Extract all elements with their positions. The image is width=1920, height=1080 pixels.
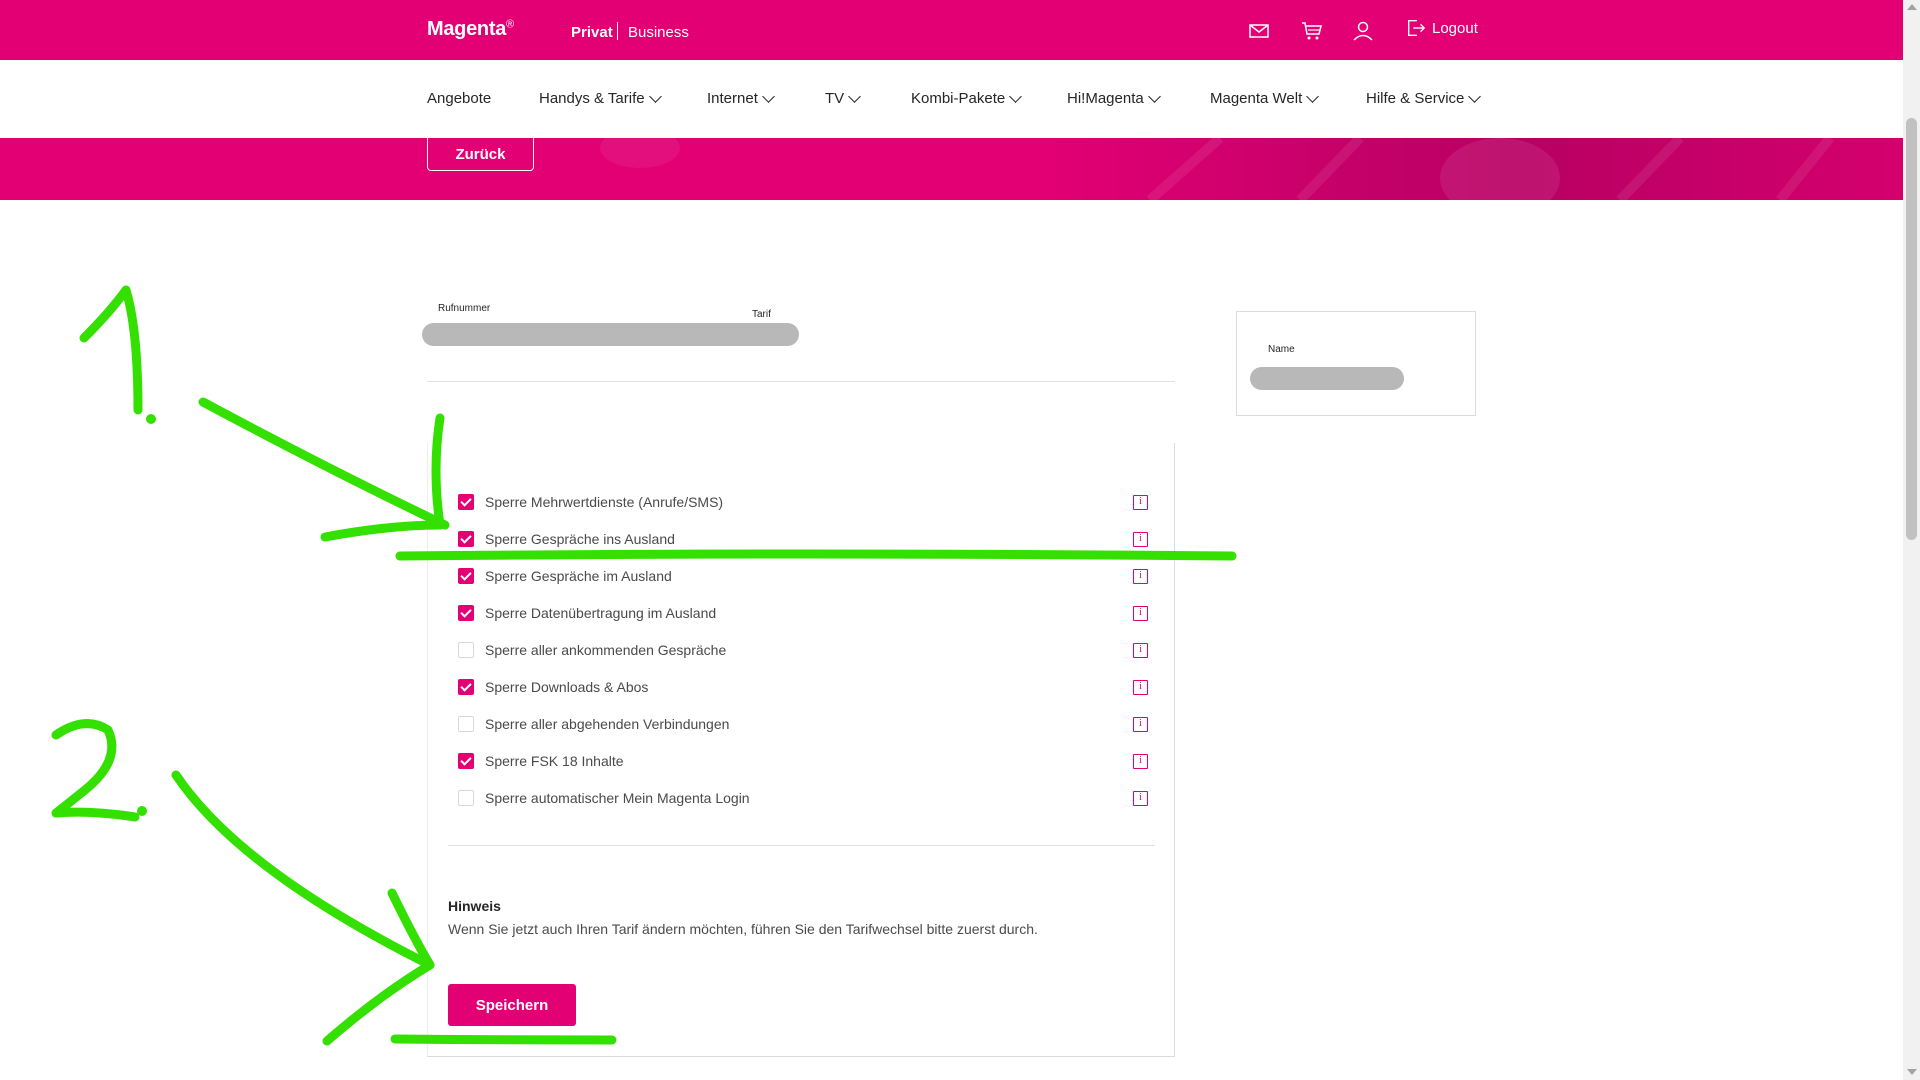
logout-icon (1408, 20, 1426, 36)
brand-logo[interactable]: Magenta® (427, 18, 514, 41)
option-label: Sperre Gespräche ins Ausland (485, 531, 675, 547)
info-icon[interactable]: i (1133, 494, 1148, 510)
info-icon[interactable]: i (1133, 753, 1148, 769)
logout-label: Logout (1432, 19, 1478, 37)
option-row[interactable]: Sperre aller ankommenden Gespräche i (458, 638, 1148, 662)
logout-button[interactable]: Logout (1406, 18, 1478, 38)
chevron-down-icon (1009, 89, 1023, 103)
segment-business-link[interactable]: Business (628, 24, 689, 41)
nav-item-angebote[interactable]: Angebote (427, 90, 491, 107)
info-icon[interactable]: i (1133, 790, 1148, 806)
name-value-redacted (1250, 367, 1404, 390)
annotation-dot-one (146, 414, 156, 424)
nav-item-kombi-pakete[interactable]: Kombi-Pakete (911, 89, 1023, 107)
option-label: Sperre automatischer Mein Magenta Login (485, 790, 750, 806)
chevron-down-icon (1306, 89, 1320, 103)
save-button[interactable]: Speichern (448, 984, 576, 1026)
option-label: Sperre Datenübertragung im Ausland (485, 605, 717, 621)
option-row[interactable]: Sperre Gespräche im Ausland i (458, 564, 1148, 588)
option-row[interactable]: Sperre Downloads & Abos i (458, 675, 1148, 699)
info-icon[interactable]: i (1133, 531, 1148, 547)
nav-item-tv[interactable]: TV (825, 89, 862, 107)
chevron-down-icon (762, 89, 775, 103)
hero-background-pattern (600, 138, 1834, 200)
option-row[interactable]: Sperre FSK 18 Inhalte i (458, 749, 1148, 773)
main-navigation: Angebote Handys & Tarife Internet TV Kom… (0, 60, 1903, 138)
option-row[interactable]: Sperre Mehrwertdienste (Anrufe/SMS) i (458, 490, 1148, 514)
nav-item-handys-tarife[interactable]: Handys & Tarife (539, 89, 662, 107)
section-divider (427, 381, 1175, 382)
checkbox-checked[interactable] (458, 753, 474, 769)
chevron-down-icon (848, 89, 862, 103)
back-button[interactable]: Zurück (427, 138, 534, 171)
name-card: Name (1236, 311, 1476, 416)
annotation-number-one (79, 285, 143, 415)
checkbox-unchecked[interactable] (458, 716, 474, 732)
hero-banner: Zurück (0, 138, 1903, 200)
annotation-number-two (51, 719, 140, 822)
hint-title: Hinweis (448, 898, 501, 914)
option-label: Sperre Mehrwertdienste (Anrufe/SMS) (485, 494, 724, 510)
chevron-down-icon (1147, 89, 1161, 103)
info-icon[interactable]: i (1133, 642, 1148, 658)
option-label: Sperre aller abgehenden Verbindungen (485, 716, 730, 732)
checkbox-unchecked[interactable] (458, 642, 474, 658)
nav-item-himagenta[interactable]: Hi!Magenta (1067, 89, 1161, 107)
segment-divider (617, 22, 618, 40)
annotation-arrow-one (198, 397, 450, 530)
nav-item-magenta-welt[interactable]: Magenta Welt (1210, 89, 1320, 107)
annotation-arrowhead-one (320, 413, 445, 542)
checkbox-checked[interactable] (458, 531, 474, 547)
option-row[interactable]: Sperre Gespräche ins Ausland i (458, 527, 1148, 551)
annotation-arrowhead-two (322, 888, 435, 1046)
info-icon[interactable]: i (1133, 679, 1148, 695)
scroll-down-arrow[interactable] (1907, 1069, 1917, 1075)
nav-item-internet[interactable]: Internet (707, 89, 775, 107)
checkbox-unchecked[interactable] (458, 790, 474, 806)
option-label: Sperre FSK 18 Inhalte (485, 753, 624, 769)
account-value-redacted (422, 323, 799, 346)
option-row[interactable]: Sperre Datenübertragung im Ausland i (458, 601, 1148, 625)
nav-item-hilfe-service[interactable]: Hilfe & Service (1366, 89, 1482, 107)
checkbox-checked[interactable] (458, 605, 474, 621)
checkbox-checked[interactable] (458, 679, 474, 695)
segment-privat-link[interactable]: Privat (571, 24, 613, 41)
chevron-down-icon (648, 89, 662, 103)
name-label: Name (1268, 344, 1295, 355)
scroll-up-arrow[interactable] (1907, 4, 1917, 10)
cart-icon[interactable] (1301, 20, 1323, 42)
tarif-label: Tarif (752, 309, 771, 320)
option-label: Sperre Gespräche im Ausland (485, 568, 672, 584)
checkbox-checked[interactable] (458, 494, 474, 510)
annotation-dot-two (137, 806, 147, 816)
info-icon[interactable]: i (1133, 568, 1148, 584)
option-label: Sperre aller ankommenden Gespräche (485, 642, 727, 658)
mail-icon[interactable] (1248, 20, 1270, 42)
option-row[interactable]: Sperre aller abgehenden Verbindungen i (458, 712, 1148, 736)
scrollbar-thumb[interactable] (1906, 118, 1917, 540)
top-bar: Magenta® Privat Business Logout (0, 0, 1903, 60)
option-row[interactable]: Sperre automatischer Mein Magenta Login … (458, 786, 1148, 810)
info-icon[interactable]: i (1133, 716, 1148, 732)
panel-divider (448, 845, 1155, 846)
option-label: Sperre Downloads & Abos (485, 679, 649, 695)
info-icon[interactable]: i (1133, 605, 1148, 621)
hint-text: Wenn Sie jetzt auch Ihren Tarif ändern m… (448, 921, 1038, 937)
chevron-down-icon (1468, 89, 1482, 103)
user-icon[interactable] (1352, 20, 1374, 42)
rufnummer-label: Rufnummer (438, 303, 491, 314)
checkbox-checked[interactable] (458, 568, 474, 584)
annotation-arrow-two (171, 770, 435, 970)
